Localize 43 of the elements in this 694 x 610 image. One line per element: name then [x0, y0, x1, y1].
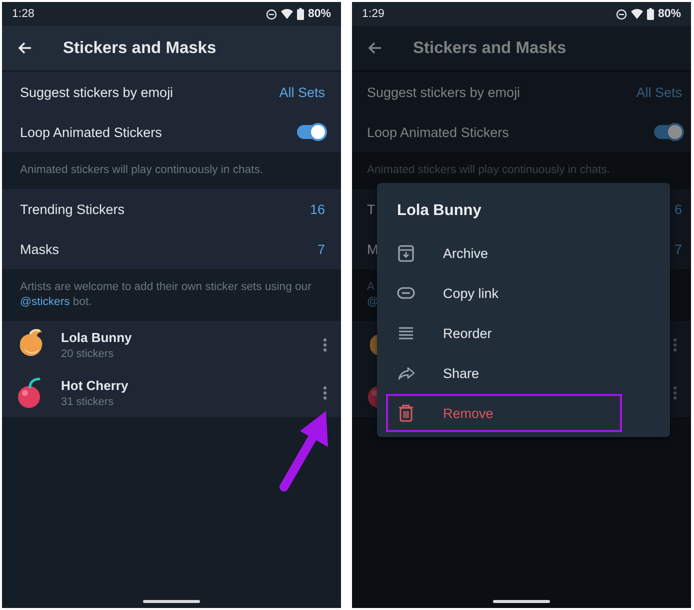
battery-level: 80%: [658, 8, 681, 20]
setting-label: Suggest stickers by emoji: [367, 84, 520, 100]
battery-icon: [646, 8, 654, 20]
setting-label: T: [367, 202, 376, 216]
battery-level: 80%: [308, 8, 331, 20]
setting-label: M: [367, 242, 378, 256]
back-arrow-icon[interactable]: [18, 42, 32, 54]
toggle-switch[interactable]: [297, 125, 325, 139]
more-options-icon[interactable]: [323, 386, 327, 400]
status-time: 1:28: [12, 8, 34, 20]
help-text: Artists are welcome to add their own sticker sets using our @stickers bot.: [20, 280, 312, 310]
wifi-icon: [630, 9, 643, 19]
setting-value[interactable]: 16: [310, 202, 325, 216]
bot-link[interactable]: @stickers: [20, 296, 70, 308]
menu-item[interactable]: Reorder: [377, 313, 670, 353]
setting-value[interactable]: 7: [317, 242, 325, 256]
setting-label: Trending Stickers: [20, 202, 125, 216]
battery-icon: [296, 8, 304, 20]
menu-title: Lola Bunny: [396, 201, 482, 221]
sticker-set-name: Hot Cherry: [61, 378, 130, 393]
more-options-icon[interactable]: [323, 338, 327, 352]
setting-value[interactable]: All Sets: [279, 84, 325, 100]
setting-label: Suggest stickers by emoji: [20, 84, 174, 100]
help-text: Animated stickers will play continuously in chats.: [20, 163, 264, 178]
menu-item[interactable]: Remove: [377, 393, 670, 433]
do-not-disturb-icon: [266, 8, 277, 20]
archive-box-icon: [396, 243, 416, 263]
menu-item[interactable]: Share: [377, 353, 670, 393]
sticker-count: 20 stickers: [61, 348, 115, 360]
menu-item[interactable]: Copy link: [377, 273, 670, 313]
setting-label: Loop Animated Stickers: [367, 124, 509, 140]
do-not-disturb-icon: [616, 8, 627, 20]
trash-icon: [396, 403, 416, 423]
setting-label: Loop Animated Stickers: [20, 124, 162, 140]
screen-title: Stickers and Masks: [413, 38, 566, 58]
toggle-switch[interactable]: [654, 125, 682, 139]
menu-item[interactable]: Archive: [377, 233, 670, 273]
status-time: 1:29: [362, 8, 384, 20]
screen-title: Stickers and Masks: [63, 38, 216, 58]
setting-label: Masks: [20, 242, 60, 256]
sticker-count: 31 stickers: [61, 396, 115, 408]
wifi-icon: [280, 9, 293, 19]
sticker-set-name: Lola Bunny: [61, 330, 133, 345]
